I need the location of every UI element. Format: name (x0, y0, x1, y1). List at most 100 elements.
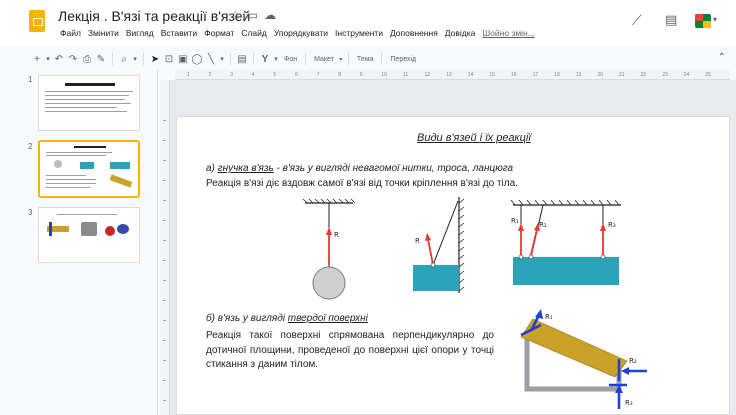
slide-thumbnail-2[interactable] (38, 140, 140, 198)
slide-number: 1 (28, 75, 33, 84)
comments-icon[interactable]: ▤ (665, 12, 677, 28)
ruler-tick (163, 180, 166, 181)
comment-add-icon[interactable]: ▤ (235, 54, 249, 65)
section-b-description[interactable]: Реакція такої поверхні спрямована перпен… (206, 329, 494, 373)
new-slide-icon[interactable]: + (30, 54, 44, 65)
menu-bar: Файл Змінити Вигляд Вставити Формат Слайд Упор… (57, 28, 539, 42)
force-label-r1: R₁ (511, 217, 519, 225)
ruler-tick (163, 220, 166, 221)
activity-trend-icon[interactable]: ⟋ (632, 12, 642, 29)
current-slide[interactable]: Види в'язей і їх реакції а) гнучка в'язь… (176, 116, 730, 415)
menu-item[interactable]: Доповнення (387, 28, 442, 42)
ruler-mark: 18 (554, 72, 560, 78)
ruler-tick (163, 160, 166, 161)
ruler-mark: 20 (597, 72, 603, 78)
collapse-toolbar-icon[interactable]: ⌃ (718, 52, 726, 63)
section-a-description[interactable]: Реакція в'язі діє вздовж самої в'язі від… (206, 178, 518, 189)
line-icon[interactable]: ╲ (204, 54, 218, 65)
meet-button[interactable]: ▾ (695, 12, 721, 30)
force-label-r1: R₁ (545, 313, 553, 321)
ruler-tick (163, 320, 166, 321)
figure-multiple-ropes[interactable]: R₁ R₂ R₃ (509, 199, 625, 291)
menu-item[interactable]: Вигляд (123, 28, 158, 42)
menu-item[interactable]: Довідка (442, 28, 480, 42)
section-b-title[interactable]: б) в'язь у вигляді твердої поверхні (206, 313, 368, 324)
app-header: Лекція . В'язі та реакції в'язей ☆▭☁ Фай… (0, 0, 736, 46)
menu-item[interactable]: Вставити (158, 28, 201, 42)
thumb-figure (81, 222, 97, 236)
meet-camera-icon (695, 14, 711, 28)
ruler-mark: 17 (532, 72, 539, 78)
line-dropdown-icon[interactable]: ▾ (218, 55, 226, 63)
section-a-term: гнучка в'язь (217, 163, 274, 174)
menu-item[interactable]: Змінити (85, 28, 123, 42)
thumb-text-line (45, 99, 125, 100)
image-icon[interactable]: ▣ (176, 54, 190, 65)
slides-logo-icon[interactable] (29, 10, 45, 32)
ruler-mark: 24 (683, 72, 690, 78)
move-folder-icon[interactable]: ▭ (247, 8, 264, 22)
cloud-status-icon[interactable]: ☁ (264, 8, 282, 22)
zoom-dropdown-icon[interactable]: ▾ (131, 55, 139, 63)
print-icon[interactable]: ⎙ (80, 54, 94, 65)
force-label-r2: R₂ (539, 221, 547, 229)
thumb-text-line (46, 155, 106, 156)
ruler-mark: 14 (467, 72, 474, 78)
toolbar-divider (381, 53, 383, 65)
slide-thumbnail-1[interactable] (38, 75, 140, 131)
figure-hanging-ball[interactable]: R (297, 199, 361, 301)
redo-icon[interactable]: ↷ (66, 54, 80, 65)
ruler-tick (163, 260, 166, 261)
select-cursor-icon[interactable]: ➤ (148, 54, 162, 65)
undo-icon[interactable]: ↶ (52, 54, 66, 65)
ruler-mark: 8 (338, 72, 341, 78)
zoom-icon[interactable]: ⌕ (117, 54, 131, 65)
slide-thumbnail-3[interactable] (38, 207, 140, 263)
menu-item[interactable]: Формат (201, 28, 238, 42)
layout-button[interactable]: Макет (310, 56, 338, 63)
ruler-mark: 5 (273, 72, 277, 78)
ruler-mark: 6 (295, 72, 298, 78)
menu-item[interactable]: Слайд (238, 28, 271, 42)
paint-format-icon[interactable]: ✎ (94, 54, 108, 65)
shape-icon[interactable]: ◯ (190, 54, 204, 65)
toolbar-divider (305, 53, 307, 65)
background-button[interactable]: Фон (280, 56, 301, 63)
figure-solid-surface[interactable]: R₁ R₂ R₃ (515, 307, 655, 413)
menu-item[interactable]: Файл (57, 28, 85, 42)
thumb-text-line (45, 91, 133, 92)
layout-dropdown-icon[interactable]: ▾ (338, 56, 344, 63)
menu-item[interactable]: Інструменти (332, 28, 387, 42)
theme-button[interactable]: Тема (353, 56, 377, 63)
thumb-text-line (57, 214, 117, 215)
ruler-mark: 22 (640, 72, 647, 78)
section-a-rest: - в'язь у вигляді невагомої нитки, троса… (273, 163, 514, 174)
background-format-icon[interactable]: Y (258, 54, 272, 65)
transition-button[interactable]: Перехід (386, 56, 420, 63)
ruler-mark: 11 (403, 72, 409, 78)
new-slide-dropdown-icon[interactable]: ▾ (44, 55, 52, 63)
thumb-text-line (46, 179, 96, 180)
document-title[interactable]: Лекція . В'язі та реакції в'язей (58, 8, 250, 24)
force-label-r: R (334, 231, 339, 239)
thumb-text-line (46, 175, 86, 176)
thumb-figure (80, 162, 94, 169)
force-label-r3: R₃ (608, 221, 616, 229)
force-label-r2: R₂ (629, 357, 637, 365)
slide-number: 2 (28, 142, 33, 151)
slide-filmstrip: 1 2 3 (0, 70, 158, 415)
ruler-mark: 12 (424, 72, 431, 78)
ruler-mark: 16 (511, 72, 517, 78)
section-a-title[interactable]: а) гнучка в'язь - в'язь у вигляді неваго… (206, 163, 513, 174)
slide-heading[interactable]: Види в'язей і їх реакції (417, 132, 531, 144)
menu-item[interactable]: Упорядкувати (271, 28, 332, 42)
text-box-icon[interactable]: ⊡ (162, 54, 176, 65)
vertical-ruler[interactable] (160, 80, 170, 415)
menu-item[interactable]: Шойно змін... (479, 28, 538, 42)
figure-rope-wall[interactable]: R (409, 195, 481, 297)
horizontal-ruler[interactable]: 1 2 3 4 5 6 7 8 9 10 11 12 13 14 15 16 17 18 19 20 21 22 23 24 2… (175, 70, 730, 80)
ruler-mark: 2 (208, 72, 212, 78)
ruler-mark: 10 (381, 72, 387, 78)
background-dropdown-icon[interactable]: ▾ (272, 55, 280, 63)
star-icon[interactable]: ☆ (230, 8, 247, 22)
